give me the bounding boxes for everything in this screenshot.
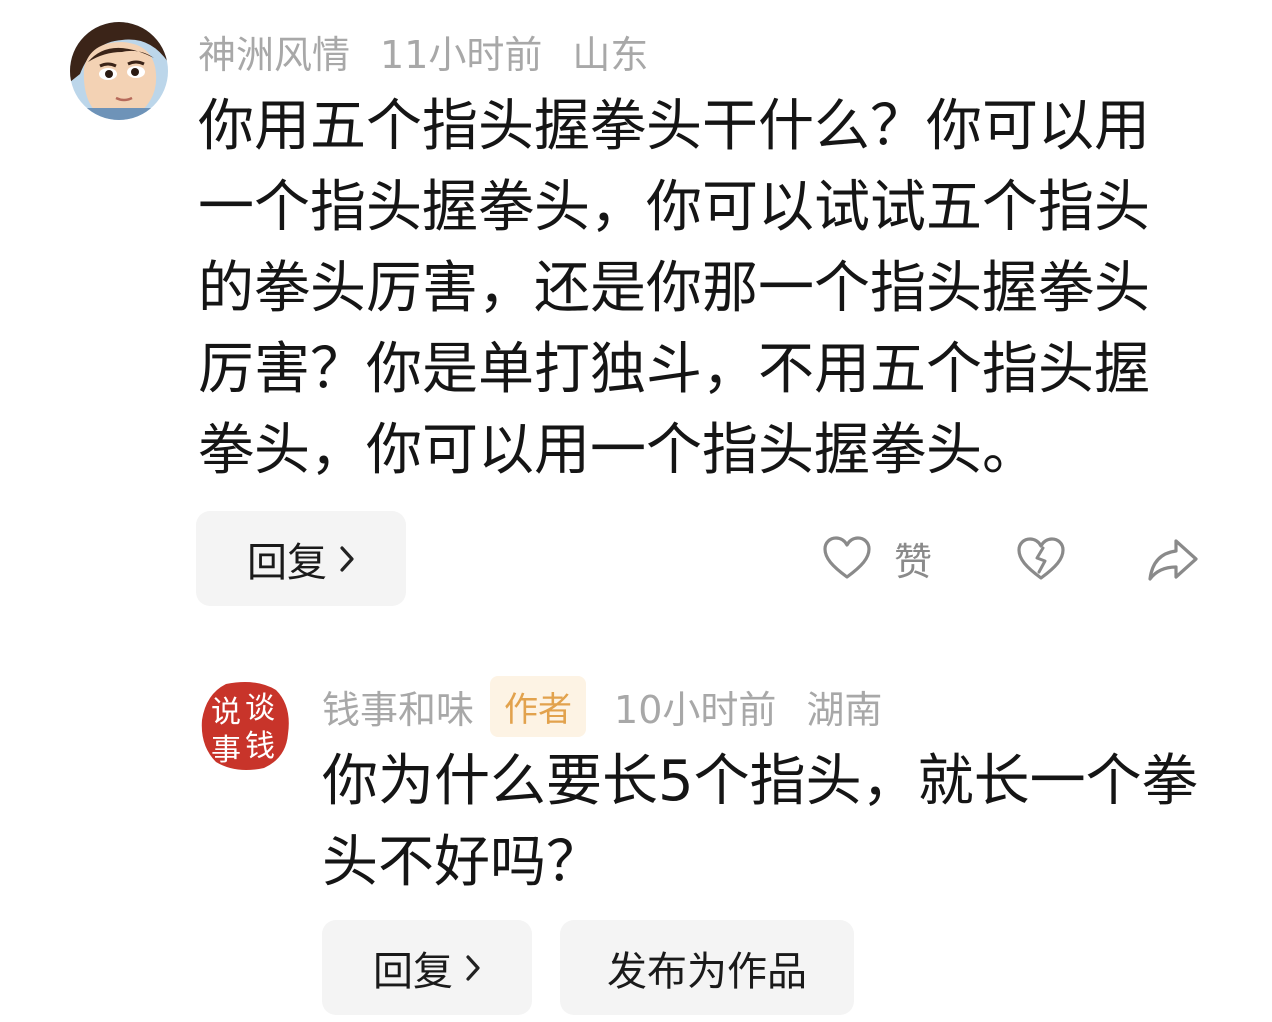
comment-line: 你用五个指头握拳头干什么？你可以用 <box>198 94 1150 159</box>
user-avatar-1[interactable] <box>70 22 168 120</box>
publish-as-work-button[interactable]: 发布为作品 <box>560 920 854 1015</box>
dislike-button[interactable] <box>1016 534 1066 584</box>
location: 山东 <box>572 32 649 77</box>
comment-line: 你为什么要长5个指头，就长一个拳 <box>322 749 1198 814</box>
svg-text:事: 事 <box>211 733 241 768</box>
svg-text:说: 说 <box>211 695 241 730</box>
comment-line: 拳头，你可以用一个指头握拳头。 <box>198 418 1038 483</box>
seal-avatar-icon: 谈 说 钱 事 <box>196 676 294 774</box>
user-avatar-2[interactable]: 谈 说 钱 事 <box>196 676 294 774</box>
svg-text:谈: 谈 <box>245 691 275 726</box>
like-button[interactable]: 赞 <box>822 530 932 586</box>
heart-outline-icon <box>822 535 872 581</box>
avatar-portrait-icon <box>70 22 168 120</box>
comment-line: 头不好吗？ <box>322 830 602 895</box>
share-arrow-icon <box>1146 535 1200 583</box>
timestamp: 10小时前 <box>614 687 777 732</box>
comment-body-2: 你为什么要长5个指头，就长一个拳 头不好吗？ <box>322 741 1232 903</box>
timestamp: 11小时前 <box>380 32 543 77</box>
reply-button-1[interactable]: 回复 <box>196 511 406 606</box>
comment-line: 的拳头厉害，还是你那一个指头握拳头 <box>198 256 1150 321</box>
comment-meta-2: 钱事和味 作者 10小时前 湖南 <box>322 675 883 737</box>
reply-label: 回复 <box>247 539 327 586</box>
author-badge: 作者 <box>490 675 587 737</box>
reply-label: 回复 <box>373 948 453 995</box>
like-label: 赞 <box>894 539 933 584</box>
reply-button-2[interactable]: 回复 <box>322 920 532 1015</box>
location: 湖南 <box>806 687 883 732</box>
username[interactable]: 神洲风情 <box>198 24 350 79</box>
chevron-right-icon <box>339 545 355 573</box>
comment-body-1: 你用五个指头握拳头干什么？你可以用 一个指头握拳头，你可以试试五个指头 的拳头厉… <box>198 86 1238 491</box>
share-button[interactable] <box>1146 534 1200 584</box>
username[interactable]: 钱事和味 <box>322 679 474 734</box>
svg-text:钱: 钱 <box>245 729 275 764</box>
comment-line: 厉害？你是单打独斗，不用五个指头握 <box>198 337 1150 402</box>
chevron-right-icon <box>465 954 481 982</box>
broken-heart-icon <box>1016 536 1066 582</box>
publish-label: 发布为作品 <box>607 948 807 995</box>
comment-meta-1: 神洲风情 11小时前 山东 <box>198 24 649 79</box>
comment-line: 一个指头握拳头，你可以试试五个指头 <box>198 175 1150 240</box>
